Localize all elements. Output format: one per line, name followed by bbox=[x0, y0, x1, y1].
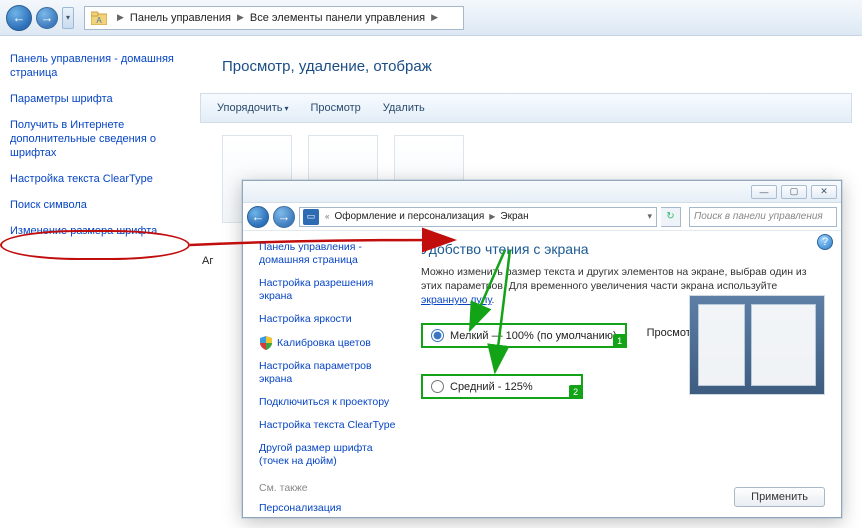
inner-titlebar: — ▢ ✕ bbox=[243, 181, 841, 203]
address-bar[interactable]: A ▶ Панель управления ▶ Все элементы пан… bbox=[84, 6, 464, 30]
sidebar-item-brightness[interactable]: Настройка яркости bbox=[259, 313, 403, 326]
page-title: Просмотр, удаление, отображ bbox=[222, 58, 862, 75]
sidebar-item-home[interactable]: Панель управления - домашняя страница bbox=[10, 52, 190, 80]
radio-option-small[interactable]: Мелкий — 100% (по умолчанию) 1 bbox=[421, 323, 627, 348]
sidebar-item-home[interactable]: Панель управления - домашняя страница bbox=[259, 241, 403, 267]
chevron-right-icon: ▶ bbox=[486, 212, 498, 221]
dropdown-chevron-icon[interactable]: ▾ bbox=[643, 211, 656, 222]
delete-menu[interactable]: Удалить bbox=[373, 102, 435, 114]
annotation-badge-1: 1 bbox=[613, 334, 627, 348]
sidebar-item-cleartype[interactable]: Настройка текста ClearType bbox=[10, 172, 190, 186]
close-button[interactable]: ✕ bbox=[811, 185, 837, 199]
magnifier-link[interactable]: экранную лупу bbox=[421, 294, 492, 306]
chevron-right-icon: ▶ bbox=[113, 12, 128, 23]
back-button[interactable]: ← bbox=[6, 5, 32, 31]
svg-text:A: A bbox=[96, 16, 102, 25]
shield-icon bbox=[259, 336, 273, 350]
sidebar-item-label: Калибровка цветов bbox=[277, 337, 371, 350]
minimize-button[interactable]: — bbox=[751, 185, 777, 199]
radio-small[interactable] bbox=[431, 329, 444, 342]
command-bar: Упорядочить ▾ Просмотр Удалить bbox=[200, 93, 852, 123]
preview-caption: Аг bbox=[202, 255, 213, 267]
annotation-badge-2: 2 bbox=[569, 385, 583, 399]
chevron-right-icon: ▶ bbox=[427, 12, 442, 23]
preview-window-icon bbox=[751, 304, 816, 386]
breadcrumb-item[interactable]: Экран bbox=[498, 211, 530, 222]
sidebar-item-monitor-params[interactable]: Настройка параметров экрана bbox=[259, 360, 403, 386]
inner-address-bar[interactable]: ▭ « Оформление и персонализация ▶ Экран … bbox=[299, 207, 657, 227]
chevron-right-icon: « bbox=[322, 212, 332, 221]
breadcrumb-item[interactable]: Оформление и персонализация bbox=[332, 211, 486, 222]
sidebar-item-font-params[interactable]: Параметры шрифта bbox=[10, 92, 190, 106]
radio-medium[interactable] bbox=[431, 380, 444, 393]
sidebar-item-personalize[interactable]: Персонализация bbox=[259, 502, 403, 515]
view-menu[interactable]: Просмотр bbox=[300, 102, 370, 114]
radio-option-medium[interactable]: Средний - 125% 2 bbox=[421, 374, 627, 399]
folder-icon: A bbox=[89, 8, 109, 28]
apply-button[interactable]: Применить bbox=[734, 487, 825, 507]
preview-pane bbox=[689, 295, 825, 395]
preview-window-icon bbox=[698, 304, 745, 386]
see-also-heading: См. также bbox=[259, 482, 403, 494]
sidebar-item-change-font-size[interactable]: Изменение размера шрифта bbox=[10, 224, 190, 238]
forward-button[interactable]: → bbox=[273, 206, 295, 228]
back-button[interactable]: ← bbox=[247, 206, 269, 228]
sidebar-item-find-char[interactable]: Поиск символа bbox=[10, 198, 190, 212]
inner-toolbar: ← → ▭ « Оформление и персонализация ▶ Эк… bbox=[243, 203, 841, 231]
search-input[interactable]: Поиск в панели управления bbox=[689, 207, 837, 227]
radio-label: Средний - 125% bbox=[450, 381, 533, 393]
sidebar-item-projector[interactable]: Подключиться к проектору bbox=[259, 396, 403, 409]
maximize-button[interactable]: ▢ bbox=[781, 185, 807, 199]
inner-sidebar: Панель управления - домашняя страница На… bbox=[243, 231, 411, 517]
refresh-button[interactable]: ↻ bbox=[661, 207, 681, 227]
sidebar-item-resolution[interactable]: Настройка разрешения экрана bbox=[259, 277, 403, 303]
outer-toolbar: ← → ▾ A ▶ Панель управления ▶ Все элемен… bbox=[0, 0, 862, 36]
sidebar-item-other-dpi[interactable]: Другой размер шрифта (точек на дюйм) bbox=[259, 442, 403, 468]
chevron-right-icon: ▶ bbox=[233, 12, 248, 23]
inner-body: ? Панель управления - домашняя страница … bbox=[243, 231, 841, 517]
sidebar-item-online-info[interactable]: Получить в Интернете дополнительные свед… bbox=[10, 118, 190, 160]
display-icon: ▭ bbox=[303, 209, 319, 225]
sidebar-item-cleartype[interactable]: Настройка текста ClearType bbox=[259, 419, 403, 432]
radio-label: Мелкий — 100% (по умолчанию) bbox=[450, 330, 617, 342]
breadcrumb-item[interactable]: Все элементы панели управления bbox=[248, 12, 427, 24]
outer-sidebar: Панель управления - домашняя страница Па… bbox=[0, 36, 200, 266]
inner-main-content: Удобство чтения с экрана Можно изменить … bbox=[411, 231, 841, 517]
page-title: Удобство чтения с экрана bbox=[421, 241, 825, 257]
nav-history-dropdown[interactable]: ▾ bbox=[62, 7, 74, 29]
sidebar-item-calibrate[interactable]: Калибровка цветов bbox=[259, 336, 403, 350]
inner-window: — ▢ ✕ ← → ▭ « Оформление и персонализаци… bbox=[242, 180, 842, 518]
organize-menu[interactable]: Упорядочить ▾ bbox=[207, 102, 298, 114]
forward-button[interactable]: → bbox=[36, 7, 58, 29]
breadcrumb-item[interactable]: Панель управления bbox=[128, 12, 233, 24]
